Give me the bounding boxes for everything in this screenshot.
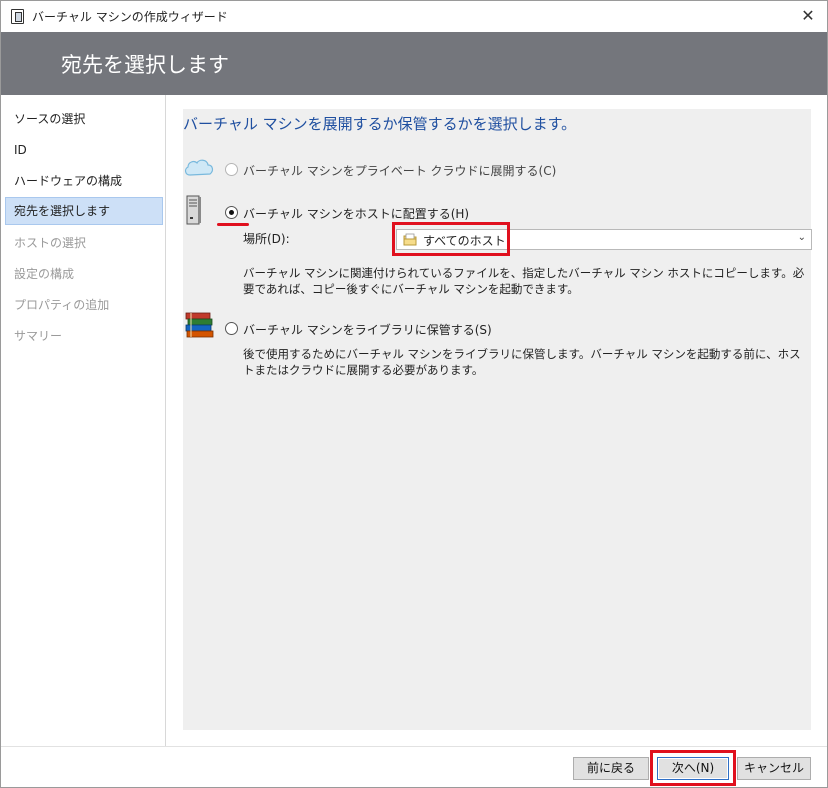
nav-item-source[interactable]: ソースの選択 (5, 105, 163, 133)
wizard-steps-nav: ソースの選択 ID ハードウェアの構成 宛先を選択します ホストの選択 設定の構… (1, 95, 166, 746)
window-title: バーチャル マシンの作成ウィザード (32, 10, 228, 24)
nav-item-destination[interactable]: 宛先を選択します (5, 197, 163, 225)
deploy-cloud-label[interactable]: バーチャル マシンをプライベート クラウドに展開する(C) (243, 162, 556, 179)
nav-item-host: ホストの選択 (14, 236, 87, 250)
nav-item-settings: 設定の構成 (14, 267, 75, 281)
store-library-label[interactable]: バーチャル マシンをライブラリに保管する(S) (243, 321, 492, 338)
next-button[interactable]: 次へ(N) (657, 757, 729, 780)
nav-item-properties: プロパティの追加 (14, 298, 110, 312)
app-icon (11, 9, 24, 24)
content-area: バーチャル マシンを展開するか保管するかを選択します。 バーチャル マシンをプラ… (167, 95, 827, 746)
host-description: バーチャル マシンに関連付けられているファイルを、指定したバーチャル マシン ホ… (243, 266, 805, 296)
wizard-header: 宛先を選択します (1, 32, 827, 95)
highlight-underline (217, 223, 249, 226)
nav-item-id[interactable]: ID (5, 136, 163, 164)
folder-icon (403, 233, 417, 246)
chevron-down-icon: ⌄ (797, 232, 806, 243)
wizard-window: バーチャル マシンの作成ウィザード ✕ 宛先を選択します ソースの選択 ID ハ… (0, 0, 828, 788)
place-on-host-radio[interactable] (225, 206, 238, 219)
place-on-host-label[interactable]: バーチャル マシンをホストに配置する(H) (243, 205, 469, 222)
location-dropdown[interactable]: すべてのホスト ⌄ (396, 229, 812, 250)
options-panel: バーチャル マシンを展開するか保管するかを選択します。 バーチャル マシンをプラ… (183, 109, 812, 730)
title-bar: バーチャル マシンの作成ウィザード ✕ (1, 1, 827, 32)
books-icon (185, 311, 215, 342)
cloud-icon (183, 157, 215, 180)
library-description: 後で使用するためにバーチャル マシンをライブラリに保管します。バーチャル マシン… (243, 347, 801, 377)
section-heading: バーチャル マシンを展開するか保管するかを選択します。 (183, 115, 577, 133)
nav-item-summary: サマリー (14, 329, 63, 343)
server-icon (186, 195, 202, 228)
location-label: 場所(D): (243, 232, 290, 246)
back-button[interactable]: 前に戻る (573, 757, 649, 780)
location-value: すべてのホスト (423, 234, 506, 248)
page-title: 宛先を選択します (61, 53, 229, 77)
store-library-radio[interactable] (225, 322, 238, 335)
nav-item-hardware[interactable]: ハードウェアの構成 (5, 167, 163, 195)
close-button[interactable]: ✕ (795, 4, 821, 28)
deploy-cloud-radio[interactable] (225, 163, 238, 176)
wizard-footer: 前に戻る 次へ(N) キャンセル (1, 746, 827, 787)
cancel-button[interactable]: キャンセル (737, 757, 811, 780)
